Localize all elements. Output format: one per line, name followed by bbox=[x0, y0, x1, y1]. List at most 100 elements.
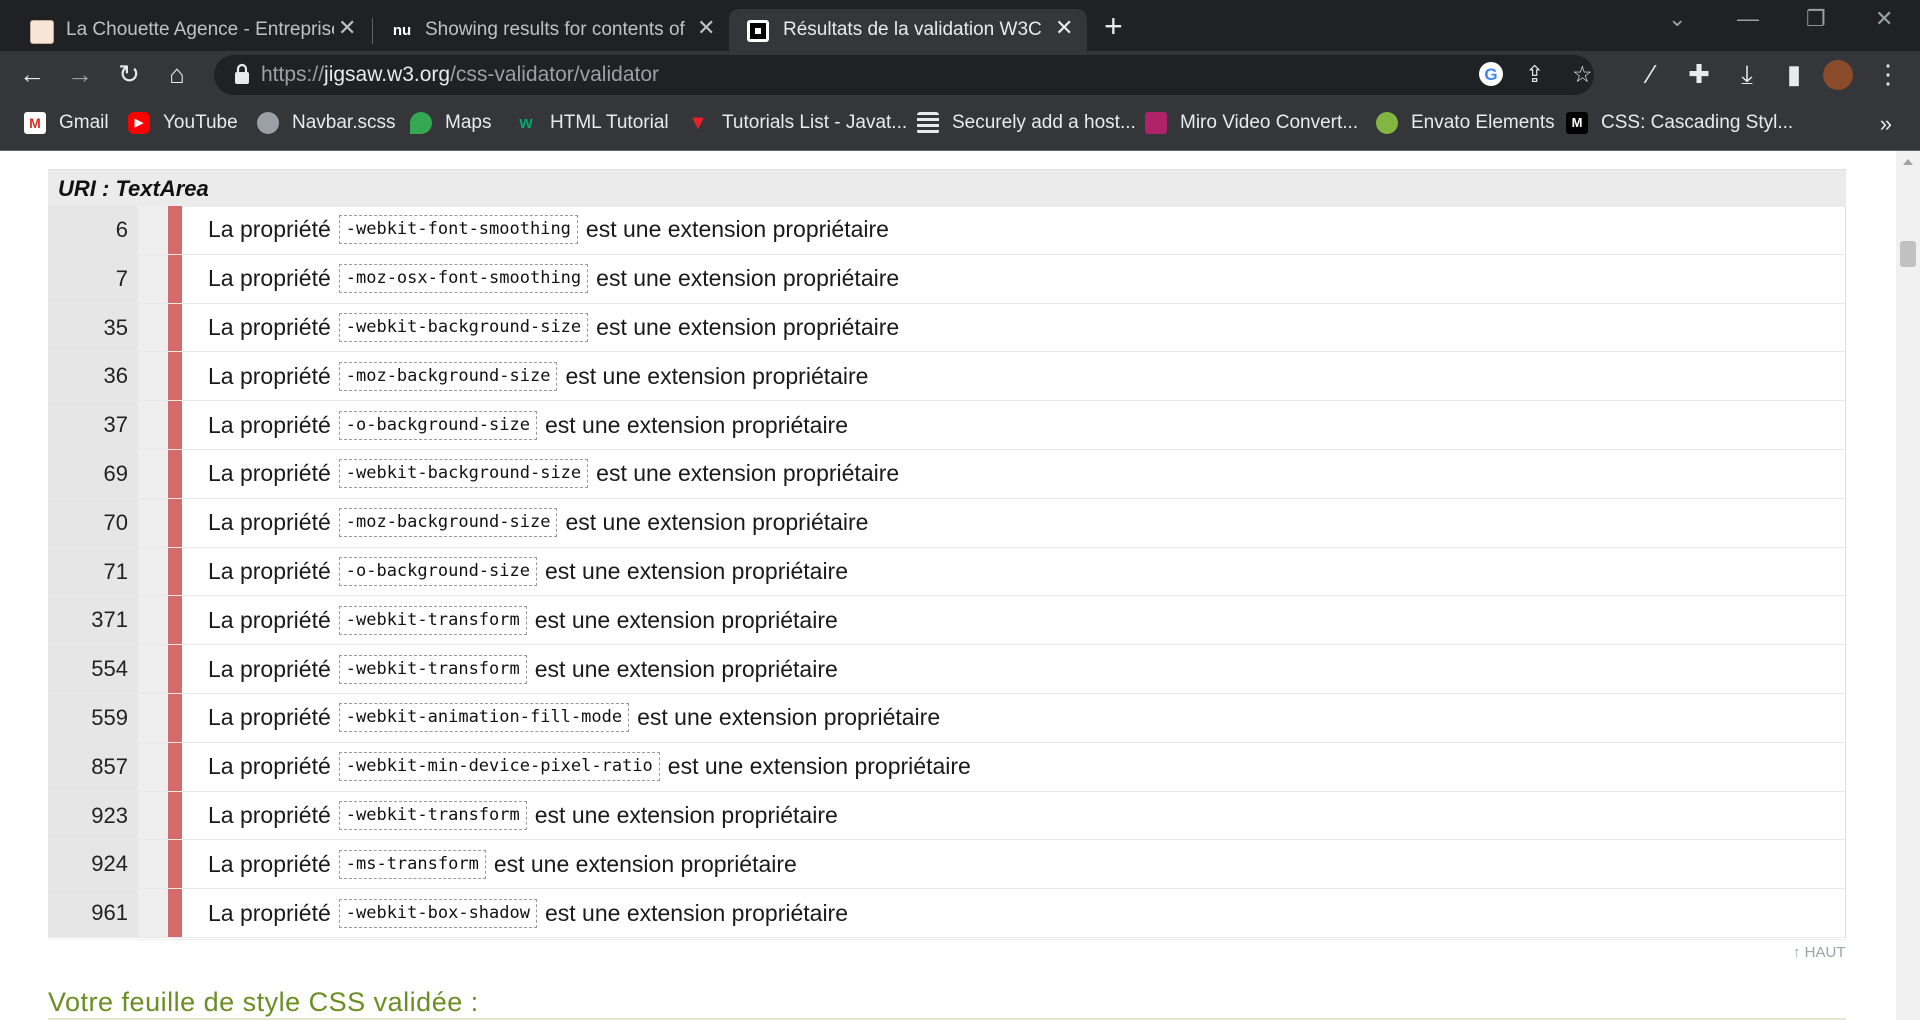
warning-row: 70 La propriété -moz-background-size est un… bbox=[48, 498, 1846, 548]
divider bbox=[48, 939, 1846, 940]
warning-row: 554 La propriété -webkit-transform est une … bbox=[48, 645, 1846, 694]
warning-message: La propriété -moz-background-size est une … bbox=[208, 499, 868, 547]
property-code: -ms-transform bbox=[338, 849, 486, 879]
bookmark-label: YouTube bbox=[163, 112, 238, 133]
message-suffix: est une extension propriétaire bbox=[667, 753, 971, 780]
message-prefix: La propriété bbox=[208, 313, 331, 340]
warning-message: La propriété -webkit-background-size est u… bbox=[208, 304, 899, 352]
address-bar[interactable]: https://jigsaw.w3.org/css-validator/vali… bbox=[214, 55, 1594, 95]
line-number: 923 bbox=[48, 791, 138, 840]
uri-header-text: URI : TextArea bbox=[58, 176, 209, 201]
minimize-icon[interactable]: — bbox=[1737, 6, 1759, 32]
line-gap-cell bbox=[138, 449, 168, 498]
more-bookmarks-chevron-icon[interactable]: » bbox=[1880, 111, 1892, 137]
row-edge bbox=[1845, 596, 1846, 645]
extensions-puzzle-icon[interactable]: ✚ bbox=[1683, 59, 1715, 89]
bookmark-mdn-css[interactable]: M CSS: Cascading Styl... bbox=[1566, 112, 1793, 134]
warning-row: 35 La propriété -webkit-background-size est… bbox=[48, 303, 1846, 353]
side-panel-icon[interactable]: ▮ bbox=[1778, 59, 1810, 89]
property-code: -moz-background-size bbox=[338, 361, 558, 391]
message-suffix: est une extension propriétaire bbox=[596, 265, 900, 292]
bookmark-envato-elements[interactable]: Envato Elements bbox=[1376, 112, 1555, 134]
back-to-top-link[interactable]: ↑ HAUT bbox=[1793, 944, 1846, 961]
scroll-up-arrow-icon[interactable] bbox=[1903, 159, 1913, 165]
message-prefix: La propriété bbox=[208, 411, 331, 438]
tab-title: Showing results for contents of t bbox=[425, 19, 687, 40]
vertical-scrollbar[interactable] bbox=[1896, 151, 1920, 1020]
warning-row: 857 La propriété -webkit-min-device-pixel-… bbox=[48, 742, 1846, 792]
close-tab-icon[interactable]: ✕ bbox=[697, 15, 715, 41]
bookmark-youtube[interactable]: ▶ YouTube bbox=[128, 112, 238, 134]
bookmarks-bar: M Gmail ▶ YouTube Navbar.scss Maps w HTML T… bbox=[0, 99, 1920, 151]
bookmark-securely-add-host[interactable]: Securely add a host... bbox=[917, 112, 1136, 134]
home-icon[interactable]: ⌂ bbox=[161, 59, 193, 89]
uri-header: URI : TextArea bbox=[48, 169, 1846, 207]
row-edge bbox=[1845, 791, 1846, 840]
row-edge bbox=[1845, 206, 1846, 254]
property-code: -o-background-size bbox=[338, 556, 537, 586]
bookmark-star-icon[interactable]: ☆ bbox=[1572, 61, 1593, 88]
warning-message: La propriété -webkit-box-shadow est une ex… bbox=[208, 889, 848, 937]
bookmark-javatpoint[interactable]: ▼ Tutorials List - Javat... bbox=[687, 112, 907, 134]
close-tab-icon[interactable]: ✕ bbox=[1055, 15, 1073, 41]
property-code: -webkit-font-smoothing bbox=[338, 215, 578, 245]
profile-avatar[interactable] bbox=[1823, 60, 1853, 90]
property-code: -webkit-transform bbox=[338, 654, 527, 684]
tab-strip: La Chouette Agence - Entreprise ✕ nu Sho… bbox=[0, 0, 1920, 51]
warning-level-bar bbox=[168, 401, 182, 449]
reload-icon[interactable]: ↻ bbox=[113, 59, 145, 89]
line-gap-cell bbox=[138, 889, 168, 937]
message-prefix: La propriété bbox=[208, 362, 331, 389]
property-code: -webkit-box-shadow bbox=[338, 898, 537, 928]
warning-row: 559 La propriété -webkit-animation-fill-mo… bbox=[48, 693, 1846, 743]
line-number: 70 bbox=[48, 498, 138, 547]
extension-slash-icon[interactable]: ⁄ bbox=[1635, 59, 1667, 89]
bookmark-navbar-scss[interactable]: Navbar.scss bbox=[257, 112, 395, 134]
property-code: -webkit-transform bbox=[338, 800, 527, 830]
bookmark-label: CSS: Cascading Styl... bbox=[1601, 112, 1794, 133]
share-icon[interactable]: ⇪ bbox=[1525, 61, 1544, 88]
line-gap-cell bbox=[138, 693, 168, 742]
scrollbar-thumb[interactable] bbox=[1900, 241, 1916, 267]
warning-level-bar bbox=[168, 206, 182, 254]
bookmark-label: Navbar.scss bbox=[292, 112, 396, 133]
menu-kebab-icon[interactable]: ⋮ bbox=[1872, 59, 1904, 89]
back-arrow-icon[interactable]: ← bbox=[16, 59, 48, 89]
warning-level-bar bbox=[168, 547, 182, 596]
tab-nu-validator[interactable]: nu Showing results for contents of t ✕ bbox=[373, 9, 727, 51]
bookmark-gmail[interactable]: M Gmail bbox=[24, 112, 109, 134]
warning-level-bar bbox=[168, 645, 182, 693]
warning-message: La propriété -o-background-size est une ex… bbox=[208, 401, 848, 449]
message-suffix: est une extension propriétaire bbox=[493, 850, 797, 877]
line-number: 7 bbox=[48, 254, 138, 303]
bookmark-html-tutorial[interactable]: w HTML Tutorial bbox=[515, 112, 668, 134]
close-window-icon[interactable]: ✕ bbox=[1875, 6, 1893, 32]
validated-stylesheet-heading: Votre feuille de style CSS validée : bbox=[48, 987, 479, 1017]
url-text[interactable]: https://jigsaw.w3.org/css-validator/vali… bbox=[261, 63, 659, 87]
bookmark-maps[interactable]: Maps bbox=[410, 112, 491, 134]
google-lens-icon[interactable]: G bbox=[1478, 61, 1504, 93]
new-tab-plus-icon[interactable]: + bbox=[1104, 8, 1123, 45]
message-prefix: La propriété bbox=[208, 801, 331, 828]
svg-text:G: G bbox=[1484, 65, 1497, 84]
restore-icon[interactable]: ❐ bbox=[1806, 6, 1826, 32]
lock-icon[interactable] bbox=[234, 63, 250, 85]
message-suffix: est une extension propriétaire bbox=[534, 655, 838, 682]
row-edge bbox=[1845, 449, 1846, 498]
envato-icon bbox=[1376, 112, 1398, 134]
forward-arrow-icon[interactable]: → bbox=[64, 59, 96, 89]
property-code: -webkit-transform bbox=[338, 605, 527, 635]
warning-level-bar bbox=[168, 498, 182, 547]
tab-search-chevron-icon[interactable]: ⌄ bbox=[1668, 6, 1686, 32]
tab-la-chouette-agence[interactable]: La Chouette Agence - Entreprise ✕ bbox=[0, 9, 372, 51]
tab-w3c-validation-results[interactable]: Résultats de la validation W3C CS ✕ bbox=[729, 9, 1087, 51]
warning-level-bar bbox=[168, 596, 182, 645]
close-tab-icon[interactable]: ✕ bbox=[338, 15, 356, 41]
warning-row: 6 La propriété -webkit-font-smoothing est u… bbox=[48, 206, 1846, 255]
property-code: -webkit-min-device-pixel-ratio bbox=[338, 752, 660, 782]
warning-level-bar bbox=[168, 840, 182, 889]
message-suffix: est une extension propriétaire bbox=[565, 509, 869, 536]
download-icon[interactable]: ⤓ bbox=[1731, 59, 1763, 89]
warning-message: La propriété -webkit-background-size est u… bbox=[208, 450, 899, 498]
bookmark-miro-video-converter[interactable]: Miro Video Convert... bbox=[1145, 112, 1358, 134]
